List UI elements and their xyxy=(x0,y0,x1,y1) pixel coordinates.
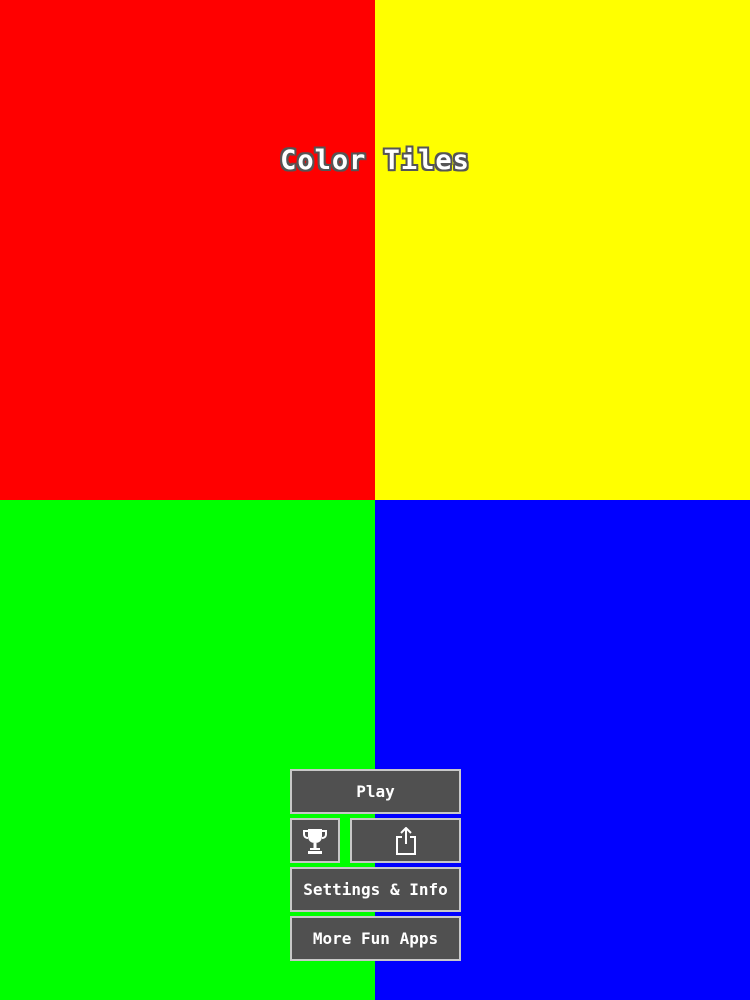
share-button[interactable] xyxy=(350,818,461,863)
trophy-icon xyxy=(303,827,327,855)
tile-red[interactable] xyxy=(0,0,375,500)
share-icon xyxy=(395,826,417,855)
settings-info-label: Settings & Info xyxy=(303,880,448,899)
more-apps-button[interactable]: More Fun Apps xyxy=(290,916,461,961)
play-button-label: Play xyxy=(356,782,395,801)
icon-button-row xyxy=(290,818,461,863)
main-menu: Play Settings & Info More Fun Apps xyxy=(290,769,461,965)
leaderboard-button[interactable] xyxy=(290,818,340,863)
settings-info-button[interactable]: Settings & Info xyxy=(290,867,461,912)
play-button[interactable]: Play xyxy=(290,769,461,814)
tile-yellow[interactable] xyxy=(375,0,750,500)
game-title: Color Tiles xyxy=(280,145,470,176)
more-apps-label: More Fun Apps xyxy=(312,929,439,948)
game-screen: Color Tiles Play Settings & Info More Fu… xyxy=(0,0,750,1000)
